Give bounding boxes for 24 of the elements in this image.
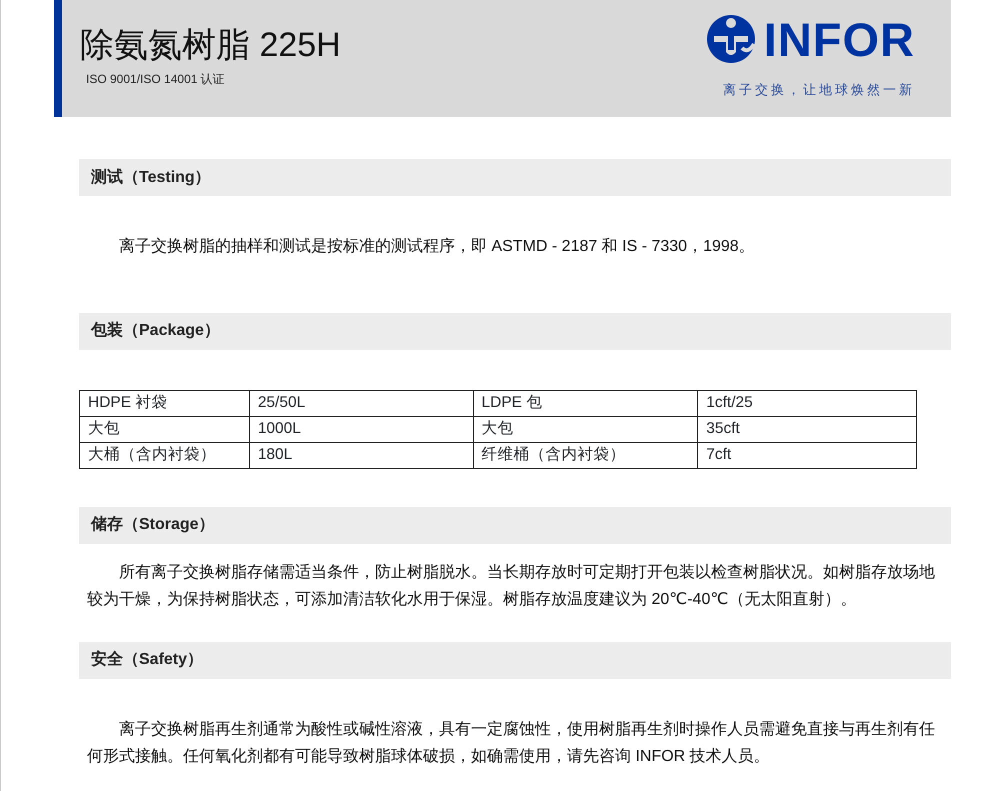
paragraph: 离子交换树脂的抽样和测试是按标准的测试程序，即 ASTMD - 2187 和 IS - 7330，1998。 xyxy=(118,236,756,257)
section-heading: 储存（Storage） xyxy=(79,506,951,544)
document-title: 除氨氮树脂 225H xyxy=(80,28,341,62)
paragraph: 所有离子交换树脂存储需适当条件，防止树脂脱水。当长期存放时可定期打开包装以检查树脂状况。如树脂存放场地较为干燥，为保持树脂状态，可添加清洁软化水用于保湿。树脂存放温度建议为 20℃-40℃（无太阳直射）。 xyxy=(86,562,936,610)
table-cell: 1cft/25 xyxy=(698,390,916,416)
certification-text: ISO 9001/ISO 14001 认证 xyxy=(86,71,226,88)
table-cell: 35cft xyxy=(698,416,916,442)
table-cell: 大包 xyxy=(473,416,698,442)
brand-name: INFOR xyxy=(764,16,915,62)
table-cell: 大桶（含内衬袋） xyxy=(80,442,250,468)
table-cell: 1000L xyxy=(249,416,474,442)
slogan-text: 离子交换，让地球焕然一新 xyxy=(723,81,915,99)
section-heading: 测试（Testing） xyxy=(79,159,951,196)
table-cell: 大包 xyxy=(80,416,250,442)
section-heading: 安全（Safety） xyxy=(79,642,951,678)
table-cell: LDPE 包 xyxy=(473,390,698,416)
table-cell: 25/50L xyxy=(249,390,474,416)
paragraph: 离子交换树脂再生剂通常为酸性或碱性溶液，具有一定腐蚀性，使用树脂再生剂时操作人员需避免直接与再生剂有任何形式接触。任何氧化剂都有可能导致树脂球体破损，如确需使用，请先咨询 INFOR 技术人员。 xyxy=(86,720,936,767)
table-cell: 纤维桶（含内衬袋） xyxy=(473,442,698,468)
table-cell: 180L xyxy=(249,442,474,468)
logo-icon xyxy=(706,14,756,64)
table-cell: 7cft xyxy=(698,442,916,468)
section-heading: 包装（Package） xyxy=(79,312,951,350)
table-cell: HDPE 衬袋 xyxy=(80,390,250,416)
